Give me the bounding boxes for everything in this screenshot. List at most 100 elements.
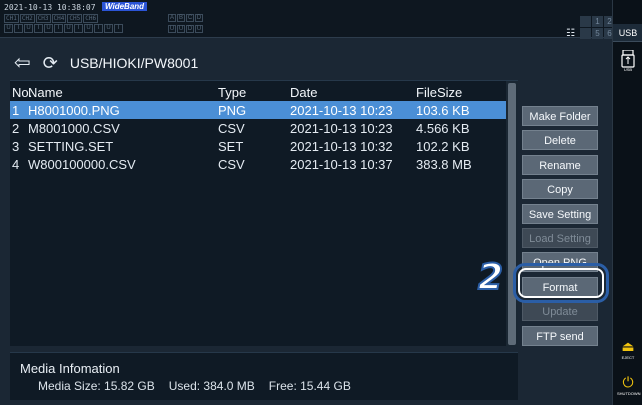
- eject-label: EJECT: [621, 355, 635, 360]
- file-row[interactable]: 4 W800100000.CSV CSV 2021-10-13 10:37 38…: [10, 155, 518, 173]
- media-info-panel: Media Infomation Media Size: 15.82 GB Us…: [10, 352, 518, 400]
- copy-button[interactable]: Copy: [522, 179, 598, 200]
- save-setting-button[interactable]: Save Setting: [522, 203, 598, 224]
- ui-indicator: U: [84, 24, 93, 33]
- header-no: No.: [12, 84, 33, 100]
- file-size: 4.566 KB: [416, 120, 470, 136]
- file-no: 4: [12, 156, 20, 172]
- ui-indicator: U: [104, 24, 113, 33]
- refresh-icon[interactable]: ⟳: [43, 54, 58, 72]
- group-status-indicator: U: [177, 25, 185, 33]
- file-no: 2: [12, 120, 20, 136]
- file-type: CSV: [218, 156, 245, 172]
- channel-indicator: CH1: [4, 14, 19, 23]
- make-folder-button[interactable]: Make Folder: [522, 106, 598, 126]
- shutdown-icon: ⏻: [622, 374, 634, 390]
- channel-indicator: CH3: [35, 14, 51, 23]
- media-free: Free: 15.44 GB: [268, 379, 351, 393]
- right-side-strip: USB USB ⏏ EJECT ⏻ SHUTDOWN: [612, 0, 642, 405]
- file-size: 102.2 KB: [416, 138, 470, 154]
- ui-indicator: I: [74, 24, 83, 33]
- group-indicator: A: [168, 14, 176, 22]
- group-indicator: C: [186, 14, 194, 22]
- group-indicator: B: [177, 14, 185, 22]
- file-size: 383.8 MB: [416, 156, 472, 172]
- wideband-badge: WideBand: [102, 2, 148, 11]
- file-date: 2021-10-13 10:32: [290, 138, 393, 154]
- usb-tab[interactable]: USB: [613, 24, 642, 42]
- group-status-indicator: D: [186, 25, 194, 33]
- channel-indicator: CH4: [51, 14, 67, 23]
- channel-indicator: CH6: [83, 14, 99, 23]
- header-name: Name: [28, 84, 63, 100]
- port-box: 1: [591, 16, 603, 27]
- file-name: H8001000.PNG: [28, 102, 120, 118]
- file-manager-screen: 2021-10-13 10:38:07 WideBand CH1 CH2 CH3…: [0, 0, 642, 405]
- group-indicators: A B C D: [168, 14, 203, 22]
- rename-button[interactable]: Rename: [522, 154, 598, 175]
- file-row-selected[interactable]: 1 H8001000.PNG PNG 2021-10-13 10:23 103.…: [10, 101, 506, 119]
- clock-readout: 2021-10-13 10:38:07: [4, 3, 96, 12]
- file-list-scrollbar[interactable]: [506, 81, 518, 347]
- action-buttons: Make Folder Delete Rename Copy Save Sett…: [522, 106, 600, 350]
- port-box: 5: [591, 28, 603, 39]
- ui-indicator: I: [54, 24, 63, 33]
- load-setting-button[interactable]: Load Setting: [522, 227, 598, 248]
- file-list-header: No. Name Type Date FileSize: [10, 83, 518, 101]
- port-box: [579, 28, 591, 39]
- file-name: SETTING.SET: [28, 138, 114, 154]
- file-name: M8001000.CSV: [28, 120, 120, 136]
- current-path: USB/HIOKI/PW8001: [69, 55, 199, 71]
- media-size: Media Size: 15.82 GB: [38, 379, 155, 393]
- ui-indicator: U: [64, 24, 73, 33]
- file-list: No. Name Type Date FileSize 1 H8001000.P…: [10, 80, 518, 347]
- ui-indicators: U I U I U I U I U I U I: [4, 24, 123, 33]
- header-type: Type: [218, 84, 247, 100]
- ui-indicator: I: [34, 24, 43, 33]
- eject-button[interactable]: ⏏ EJECT: [617, 338, 639, 360]
- channel-indicator: CH2: [19, 14, 35, 23]
- file-date: 2021-10-13 10:23: [290, 102, 393, 118]
- network-icon: ☷: [566, 28, 575, 39]
- scrollbar-thumb[interactable]: [508, 83, 516, 345]
- ui-indicator: U: [4, 24, 13, 33]
- usb-drive-icon[interactable]: USB: [621, 49, 635, 72]
- header-filesize: FileSize: [416, 84, 463, 100]
- shutdown-label: SHUTDOWN: [617, 391, 641, 396]
- ui-indicator: U: [44, 24, 53, 33]
- file-name: W800100000.CSV: [28, 156, 136, 172]
- file-type: SET: [218, 138, 244, 154]
- header-date: Date: [290, 84, 318, 100]
- ui-indicator: I: [114, 24, 123, 33]
- file-row[interactable]: 2 M8001000.CSV CSV 2021-10-13 10:23 4.56…: [10, 119, 518, 137]
- format-highlight-inner: [518, 268, 604, 298]
- ftp-send-button[interactable]: FTP send: [522, 325, 598, 346]
- step-number-callout: 2: [477, 257, 504, 298]
- group-status-indicators: U U D U: [168, 25, 203, 33]
- delete-button[interactable]: Delete: [522, 130, 598, 151]
- file-type: PNG: [218, 102, 247, 118]
- media-info-title: Media Infomation: [20, 361, 120, 376]
- file-type: CSV: [218, 120, 245, 136]
- file-date: 2021-10-13 10:37: [290, 156, 393, 172]
- shutdown-button[interactable]: ⏻ SHUTDOWN: [617, 374, 641, 396]
- usb-icon-label: USB: [623, 67, 633, 72]
- group-status-indicator: U: [195, 25, 203, 33]
- file-no: 3: [12, 138, 20, 154]
- media-info-line: Media Size: 15.82 GB Used: 384.0 MB Free…: [38, 379, 351, 393]
- media-used: Used: 384.0 MB: [168, 379, 255, 393]
- file-size: 103.6 KB: [416, 102, 470, 118]
- ui-indicator: U: [24, 24, 33, 33]
- update-button[interactable]: Update: [522, 301, 598, 322]
- file-date: 2021-10-13 10:23: [290, 120, 393, 136]
- channel-indicator: CH5: [67, 14, 83, 23]
- ui-indicator: I: [14, 24, 23, 33]
- channel-indicators: CH1 CH2 CH3 CH4 CH5 CH6: [4, 14, 99, 23]
- group-status-indicator: U: [168, 25, 176, 33]
- back-arrow-icon[interactable]: ⇦: [14, 53, 31, 73]
- file-no: 1: [12, 102, 20, 118]
- path-bar: ⇦ ⟳ USB/HIOKI/PW8001: [14, 50, 198, 76]
- group-indicator: D: [195, 14, 203, 22]
- file-row[interactable]: 3 SETTING.SET SET 2021-10-13 10:32 102.2…: [10, 137, 518, 155]
- port-box: [579, 16, 591, 27]
